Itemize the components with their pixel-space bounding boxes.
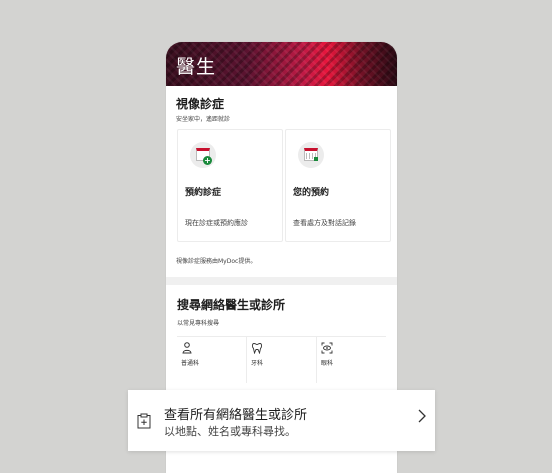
book-consult-title: 預約診症 xyxy=(185,188,222,198)
calendar-plus-icon: + xyxy=(190,142,216,168)
your-appointments-desc: 查看處方及對話記錄 xyxy=(293,219,356,227)
view-all-subtitle: 以地點、姓名或專科尋找。 xyxy=(164,425,296,438)
view-all-title: 查看所有網絡醫生或診所 xyxy=(164,408,308,423)
video-consult-heading: 視像診症 xyxy=(176,97,225,111)
video-consult-subtitle: 安坐家中，遙距就診 xyxy=(176,116,231,123)
provider-note: 視像診症服務由MyDoc提供。 xyxy=(176,258,257,265)
search-subtitle: 以常見專科搜尋 xyxy=(177,320,220,327)
specialty-label: 眼科 xyxy=(321,360,334,367)
specialty-label: 牙科 xyxy=(251,360,264,367)
eye-scan-icon xyxy=(321,342,333,357)
specialty-eye[interactable]: 眼科 xyxy=(317,336,386,383)
search-heading: 搜尋網絡醫生或診所 xyxy=(177,298,286,312)
chevron-right-icon xyxy=(417,408,427,429)
specialty-dental[interactable]: 牙科 xyxy=(247,336,317,383)
page-title: 醫生 xyxy=(176,56,217,78)
clipboard-plus-icon xyxy=(137,413,151,429)
specialty-general[interactable]: 普通科 xyxy=(177,336,247,383)
view-all-doctors-button[interactable]: 查看所有網絡醫生或診所 以地點、姓名或專科尋找。 xyxy=(128,390,435,451)
stethoscope-icon xyxy=(181,342,193,357)
section-divider xyxy=(166,277,397,285)
specialty-label: 普通科 xyxy=(181,360,200,367)
your-appointments-card[interactable]: 您的預約 查看處方及對話記錄 xyxy=(285,129,391,242)
book-consult-desc: 現在診症或預約應診 xyxy=(185,219,248,227)
book-consult-card[interactable]: + 預約診症 現在診症或預約應診 xyxy=(177,129,283,242)
calendar-check-icon xyxy=(298,142,324,168)
header-banner: 醫生 xyxy=(166,42,397,86)
tooth-icon xyxy=(251,342,263,357)
your-appointments-title: 您的預約 xyxy=(293,188,330,198)
